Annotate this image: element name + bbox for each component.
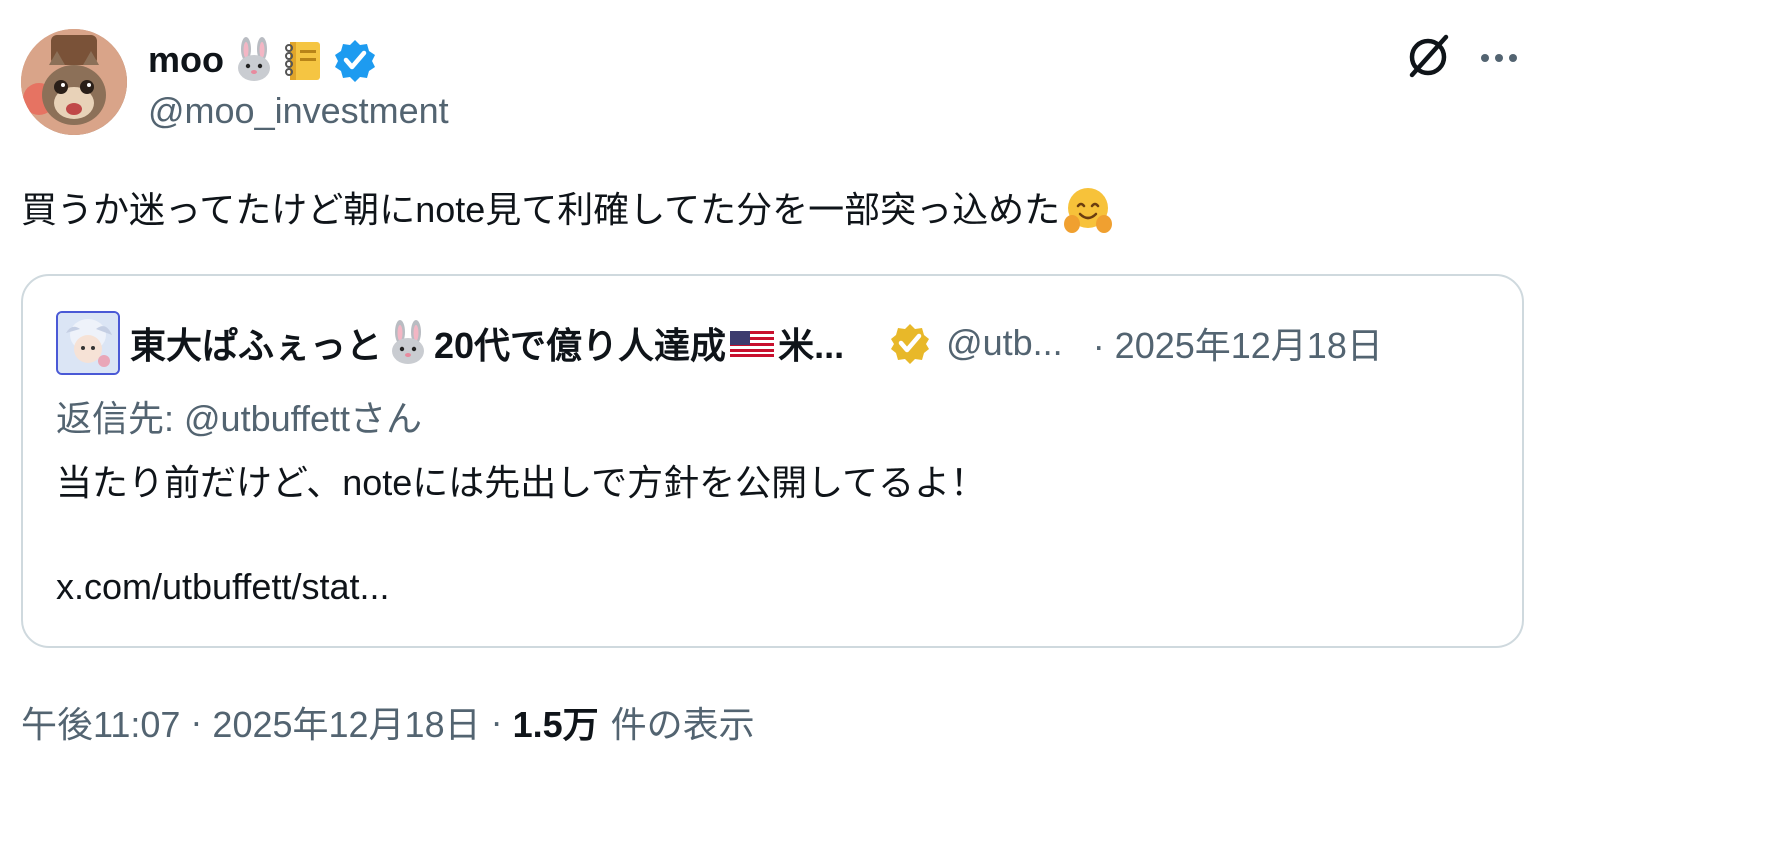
verified-badge-icon[interactable]	[332, 37, 378, 83]
tweet-date[interactable]: 2025年12月18日	[212, 696, 480, 748]
quoted-tweet-date[interactable]: · 2025年12月18日	[1093, 317, 1383, 369]
views-label: 件の表示	[610, 704, 755, 745]
quoted-tweet-link[interactable]: x.com/utbuffett/stat...	[56, 566, 390, 608]
ledger-notebook-emoji-icon	[280, 36, 328, 84]
quoted-author-avatar[interactable]	[56, 311, 120, 375]
tweet-meta: 午後11:07 · 2025年12月18日 · 1.5万 件の表示	[21, 696, 755, 748]
quoted-author-display-name[interactable]: 東大ぱふぇっと 20代で億り人達成 米...	[130, 317, 844, 369]
tweet-text: 買うか迷ってたけど朝にnote見て利確してた分を一部突っ込めた	[21, 184, 1114, 236]
tweet-detail: moo @moo_investment 買うか迷ってたけど朝にnote見て利確し…	[0, 0, 1770, 858]
quoted-name-part1: 東大ぱふぇっと	[130, 325, 383, 366]
grok-icon[interactable]	[1404, 31, 1454, 81]
quoted-tweet-header[interactable]: 東大ぱふぇっと 20代で億り人達成 米... @utb... · 2025年12…	[56, 310, 1383, 376]
more-options-icon[interactable]	[1476, 35, 1522, 81]
gold-verified-badge-icon[interactable]	[888, 321, 932, 365]
rabbit-face-emoji-icon	[384, 319, 432, 367]
views-count[interactable]: 1.5万	[513, 696, 599, 748]
rabbit-face-emoji-icon	[230, 36, 278, 84]
meta-separator: ·	[490, 701, 503, 742]
author-name-row[interactable]: moo	[148, 32, 378, 88]
author-avatar[interactable]	[21, 29, 127, 135]
quoted-author-handle[interactable]: @utb...	[946, 322, 1063, 364]
author-display-name[interactable]: moo	[148, 39, 224, 81]
quoted-name-part2: 20代で億り人達成	[434, 325, 727, 366]
meta-separator: ·	[190, 701, 203, 742]
reply-to-label: 返信先: @utbuffettさん	[56, 398, 422, 439]
tweet-text-content: 買うか迷ってたけど朝にnote見て利確してた分を一部突っ込めた	[21, 189, 1061, 230]
quoted-tweet-card[interactable]: 東大ぱふぇっと 20代で億り人達成 米... @utb... · 2025年12…	[21, 274, 1524, 648]
tweet-time[interactable]: 午後11:07	[21, 696, 180, 748]
author-handle[interactable]: @moo_investment	[148, 90, 449, 132]
quoted-name-part3: 米...	[778, 325, 845, 366]
quoted-tweet-text: 当たり前だけど、noteには先出しで方針を公開してるよ！	[56, 462, 987, 503]
hugging-face-emoji-icon	[1062, 184, 1114, 236]
us-flag-emoji-icon	[728, 319, 776, 367]
